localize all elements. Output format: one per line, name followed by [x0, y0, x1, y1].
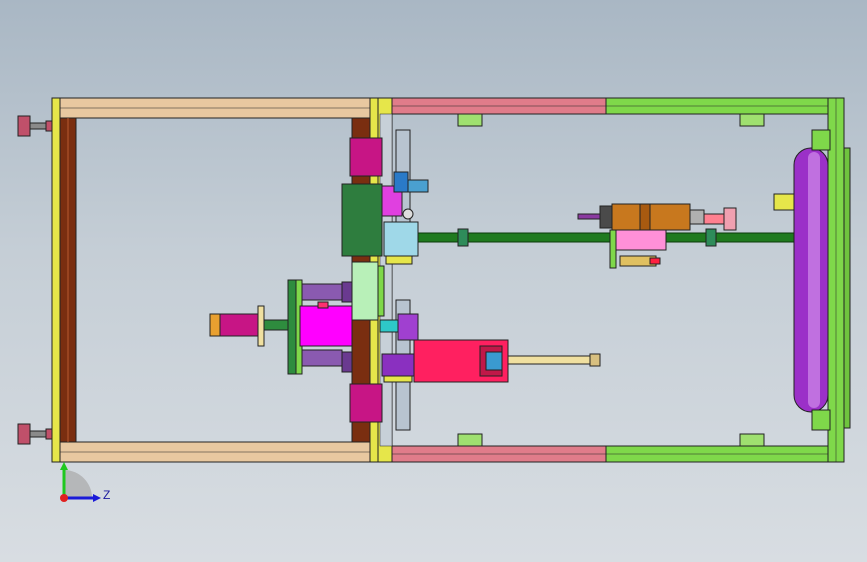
- cad-viewport[interactable]: Z: [0, 0, 867, 562]
- coordinate-triad-icon: Z: [60, 462, 110, 502]
- z-axis-label: Z: [103, 488, 110, 502]
